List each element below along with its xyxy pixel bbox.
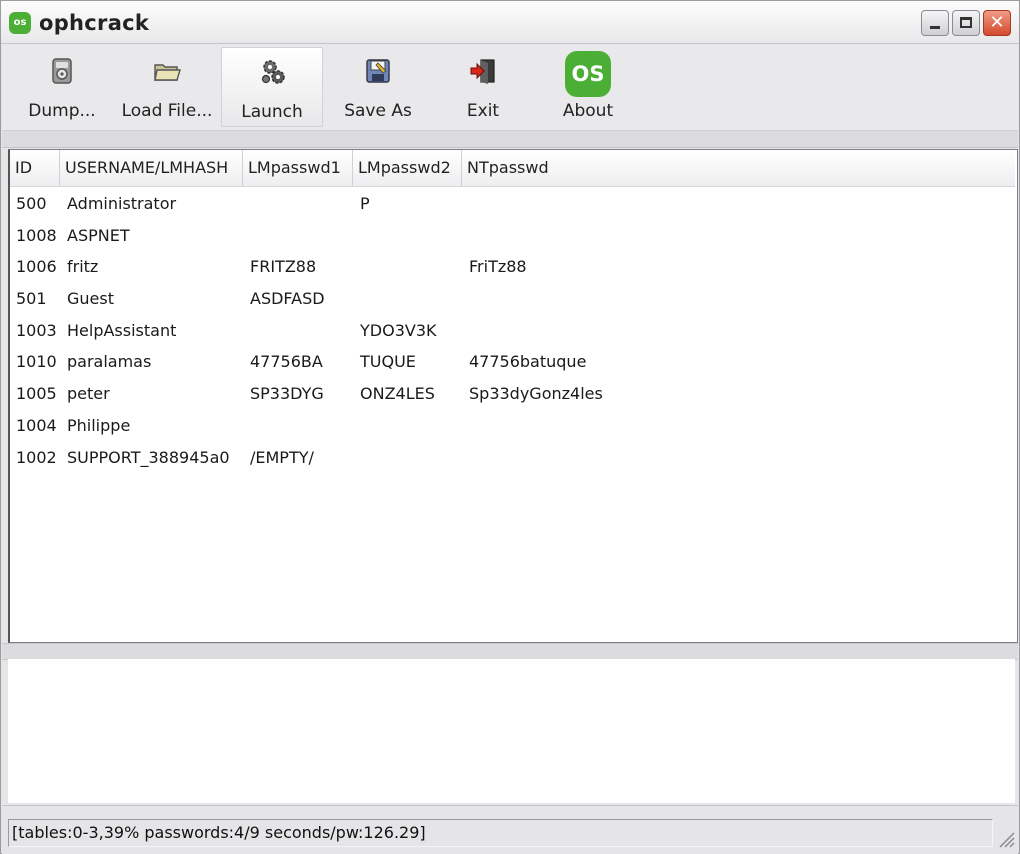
table-header: ID USERNAME/LMHASH LMpasswd1 LMpasswd2 N… bbox=[10, 150, 1015, 187]
minimize-button[interactable] bbox=[921, 10, 949, 36]
minimize-icon bbox=[930, 26, 940, 29]
cell-lmpasswd1: ASDFASD bbox=[250, 289, 325, 309]
cell-lmpasswd2: YDO3V3K bbox=[360, 320, 437, 340]
lower-pane bbox=[8, 659, 1015, 803]
table-body: 500 Administrator P 1008 ASPNET 1006 fritz FRIT… bbox=[10, 188, 1015, 473]
cell-username: fritz bbox=[67, 257, 99, 277]
about-label: About bbox=[562, 101, 614, 121]
cell-id: 500 bbox=[16, 194, 47, 213]
cell-id: 501 bbox=[16, 289, 47, 309]
status-text: [tables:0-3,39% passwords:4/9 seconds/pw… bbox=[8, 819, 993, 847]
launch-label: Launch bbox=[241, 102, 303, 122]
cell-lmpasswd1: SP33DYG bbox=[250, 384, 324, 404]
resize-grip-icon[interactable] bbox=[994, 827, 1016, 849]
cell-ntpasswd: Sp33dyGonz4les bbox=[469, 384, 603, 404]
table-row[interactable]: 1010 paralamas 47756BA TUQUE 47756batuque bbox=[10, 346, 1015, 378]
results-table: ID USERNAME/LMHASH LMpasswd1 LMpasswd2 N… bbox=[8, 149, 1018, 643]
cell-username: Philippe bbox=[67, 415, 131, 435]
cell-username: Guest bbox=[67, 289, 114, 309]
cell-username: ASPNET bbox=[67, 225, 130, 245]
column-header-lmpasswd2[interactable]: LMpasswd2 bbox=[353, 150, 462, 186]
cell-username: SUPPORT_388945a0 bbox=[67, 447, 230, 467]
cell-username: peter bbox=[67, 384, 110, 404]
column-header-lmpasswd1[interactable]: LMpasswd1 bbox=[243, 150, 353, 186]
gears-icon bbox=[261, 60, 285, 84]
cell-lmpasswd1: FRITZ88 bbox=[250, 257, 317, 277]
table-row[interactable]: 1002 SUPPORT_388945a0/EMPTY/ bbox=[10, 442, 1015, 474]
folder-icon bbox=[154, 64, 181, 81]
cell-username: HelpAssistant bbox=[67, 320, 177, 340]
launch-button[interactable]: Launch bbox=[221, 47, 323, 127]
floppy-icon bbox=[366, 59, 390, 83]
bottom-splitter[interactable] bbox=[2, 643, 1018, 660]
exit-button[interactable]: Exit bbox=[432, 47, 534, 127]
save-as-label: Save As bbox=[344, 101, 412, 121]
close-button[interactable]: ✕ bbox=[983, 10, 1011, 36]
column-header-ntpasswd[interactable]: NTpasswd bbox=[462, 150, 1015, 186]
cell-ntpasswd: 47756batuque bbox=[469, 352, 587, 372]
cell-lmpasswd2: P bbox=[360, 194, 370, 213]
table-row[interactable]: 1005 peter SP33DYG ONZ4LES Sp33dyGonz4les bbox=[10, 378, 1015, 410]
cell-id: 1008 bbox=[16, 225, 57, 245]
load-file-label: Load File... bbox=[121, 101, 213, 121]
maximize-icon bbox=[960, 17, 972, 28]
table-row[interactable]: 501 Guest ASDFASD bbox=[10, 283, 1015, 315]
table-row[interactable]: 1004 Philippe bbox=[10, 410, 1015, 442]
cell-lmpasswd1: /EMPTY/ bbox=[250, 447, 314, 467]
exit-label: Exit bbox=[466, 101, 500, 121]
toolbar: Dump... Load File... Launch Save As Exit… bbox=[2, 44, 1018, 131]
maximize-button[interactable] bbox=[952, 10, 980, 36]
dump-icon bbox=[52, 58, 72, 84]
column-header-username[interactable]: USERNAME/LMHASH bbox=[60, 150, 243, 186]
cell-lmpasswd2: ONZ4LES bbox=[360, 384, 435, 404]
cell-lmpasswd2: TUQUE bbox=[360, 352, 416, 372]
dump-label: Dump... bbox=[28, 101, 96, 121]
cell-id: 1006 bbox=[16, 257, 57, 277]
about-os-icon: OS bbox=[565, 51, 611, 97]
cell-id: 1005 bbox=[16, 384, 57, 404]
close-icon: ✕ bbox=[989, 12, 1005, 33]
cell-lmpasswd1: 47756BA bbox=[250, 352, 323, 372]
app-window: os ophcrack ✕ Dump... Load File... Launc… bbox=[0, 0, 1020, 854]
title-bar[interactable]: os ophcrack ✕ bbox=[1, 1, 1019, 44]
cell-id: 1002 bbox=[16, 447, 57, 467]
cell-username: paralamas bbox=[67, 352, 152, 372]
exit-icon bbox=[470, 59, 495, 84]
column-header-id[interactable]: ID bbox=[10, 150, 60, 186]
dump-button[interactable]: Dump... bbox=[11, 47, 113, 127]
top-splitter[interactable] bbox=[2, 131, 1018, 148]
cell-id: 1004 bbox=[16, 415, 57, 435]
cell-id: 1003 bbox=[16, 320, 57, 340]
cell-ntpasswd: FriTz88 bbox=[469, 257, 527, 277]
table-row[interactable]: 1008 ASPNET bbox=[10, 220, 1015, 252]
about-button[interactable]: OS About bbox=[537, 47, 639, 127]
window-title: ophcrack bbox=[39, 11, 150, 35]
table-row[interactable]: 1006 fritz FRITZ88 FriTz88 bbox=[10, 251, 1015, 283]
cell-username: Administrator bbox=[67, 194, 177, 213]
table-row[interactable]: 1003 HelpAssistant YDO3V3K bbox=[10, 315, 1015, 347]
table-row[interactable]: 500 Administrator P bbox=[10, 188, 1015, 220]
cell-id: 1010 bbox=[16, 352, 57, 372]
load-file-button[interactable]: Load File... bbox=[116, 47, 218, 127]
save-as-button[interactable]: Save As bbox=[327, 47, 429, 127]
app-icon: os bbox=[9, 12, 31, 34]
